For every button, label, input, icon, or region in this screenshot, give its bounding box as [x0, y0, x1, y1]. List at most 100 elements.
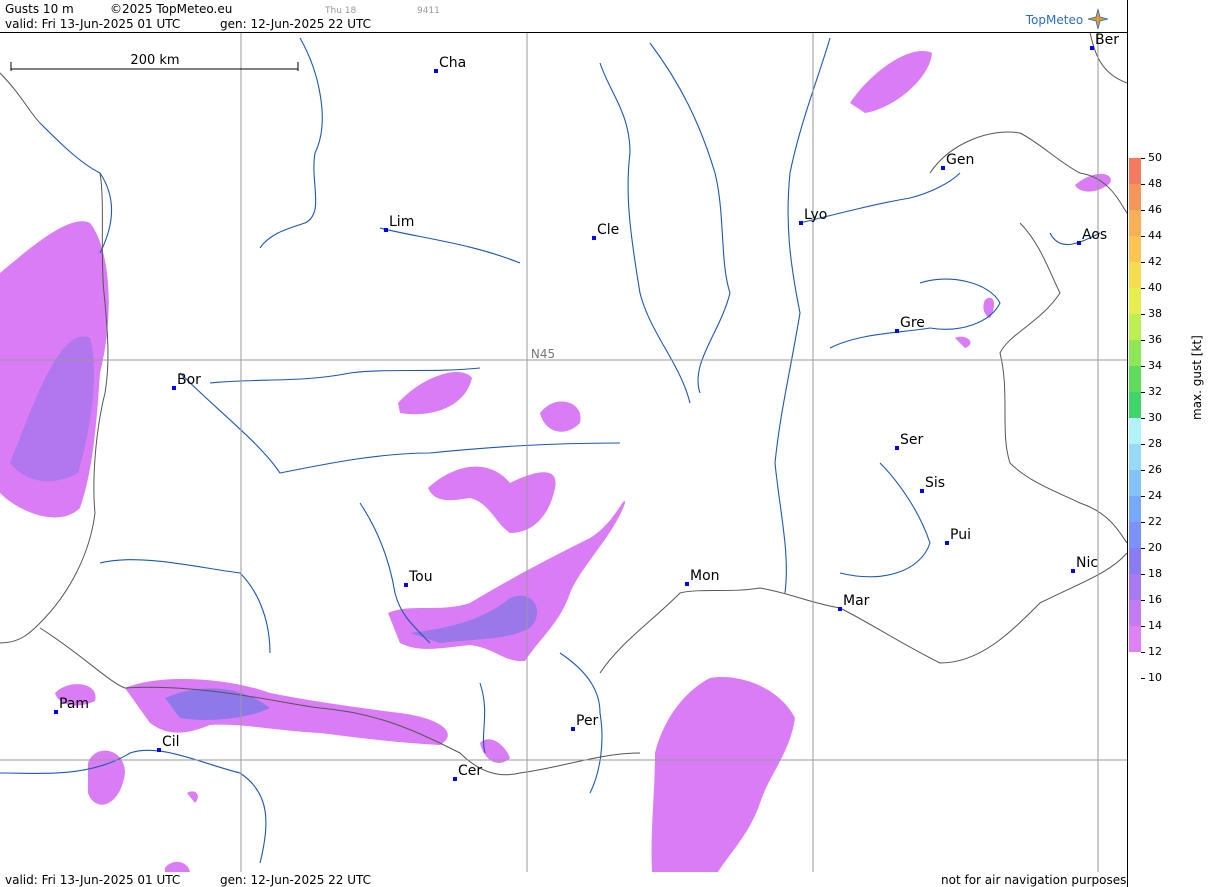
city-label-pam: Pam: [59, 696, 89, 712]
legend-tick-mark: [1141, 600, 1145, 601]
legend-swatch: [1129, 496, 1141, 522]
city-marker-lim: [384, 228, 388, 232]
city-label-cha: Cha: [439, 55, 466, 71]
legend-tick-mark: [1141, 678, 1145, 679]
legend-swatch: [1129, 210, 1141, 236]
city-marker-tou: [404, 583, 408, 587]
legend-tick-mark: [1141, 340, 1145, 341]
city-marker-mon: [685, 582, 689, 586]
legend-tick-label: 30: [1148, 411, 1162, 424]
legend-tick-mark: [1141, 314, 1145, 315]
legend-tick-mark: [1141, 366, 1145, 367]
footer-valid-time: valid: Fri 13-Jun-2025 01 UTC: [5, 873, 181, 887]
legend-tick-mark: [1141, 184, 1145, 185]
city-marker-mar: [838, 607, 842, 611]
legend-tick-mark: [1141, 210, 1145, 211]
generated-time: gen: 12-Jun-2025 22 UTC: [220, 17, 372, 31]
legend-tick-label: 16: [1148, 593, 1162, 606]
legend-tick-label: 44: [1148, 229, 1162, 242]
legend-tick-label: 42: [1148, 255, 1162, 268]
city-marker-aos: [1077, 241, 1081, 245]
city-marker-cil: [157, 748, 161, 752]
city-label-ber: Ber: [1095, 33, 1119, 48]
city-label-lim: Lim: [389, 214, 414, 230]
legend-swatch: [1129, 158, 1141, 184]
city-label-cil: Cil: [162, 734, 180, 750]
city-marker-nic: [1071, 569, 1075, 573]
legend-tick-mark: [1141, 288, 1145, 289]
legend-tick-mark: [1141, 392, 1145, 393]
latitude-label: N45: [531, 347, 555, 361]
legend-tick-mark: [1141, 522, 1145, 523]
legend-swatch: [1129, 418, 1141, 444]
legend-swatch: [1129, 600, 1141, 626]
legend-swatch: [1129, 314, 1141, 340]
map-footer: valid: Fri 13-Jun-2025 01 UTC gen: 12-Ju…: [0, 872, 1127, 887]
legend-tick-label: 38: [1148, 307, 1162, 320]
legend-tick-mark: [1141, 470, 1145, 471]
city-label-bor: Bor: [177, 372, 201, 388]
forecast-map[interactable]: 200 km N45 Cha Ber Gen Lim Cle Lyo Aos Gre Bor Se…: [0, 33, 1127, 872]
legend-tick-mark: [1141, 574, 1145, 575]
city-label-aos: Aos: [1082, 227, 1107, 243]
legend-title: max. gust [kt]: [1190, 335, 1204, 420]
legend-swatch: [1129, 366, 1141, 392]
legend-tick-label: 20: [1148, 541, 1162, 554]
legend-swatch: [1129, 184, 1141, 210]
city-marker-ber: [1090, 46, 1094, 50]
legend-tick-label: 50: [1148, 151, 1162, 164]
legend-swatch: [1129, 626, 1141, 652]
legend-tick-mark: [1141, 236, 1145, 237]
legend-tick-label: 28: [1148, 437, 1162, 450]
legend-tick-label: 36: [1148, 333, 1162, 346]
legend-tick-label: 40: [1148, 281, 1162, 294]
city-marker-pam: [54, 710, 58, 714]
city-label-pui: Pui: [950, 527, 971, 543]
city-marker-lyo: [799, 221, 803, 225]
topmeteo-logo: TopMeteo: [1026, 8, 1109, 30]
city-marker-cha: [434, 69, 438, 73]
city-label-mar: Mar: [843, 593, 870, 609]
city-marker-sis: [920, 489, 924, 493]
legend-tick-label: 48: [1148, 177, 1162, 190]
city-label-per: Per: [576, 713, 599, 729]
city-marker-bor: [172, 386, 176, 390]
legend-tick-label: 18: [1148, 567, 1162, 580]
city-marker-pui: [945, 541, 949, 545]
legend-tick-mark: [1141, 262, 1145, 263]
legend-swatch: [1129, 392, 1141, 418]
map-header: Gusts 10 m ©2025 TopMeteo.eu valid: Fri …: [0, 0, 1127, 33]
city-marker-ser: [895, 446, 899, 450]
legend-tick-label: 34: [1148, 359, 1162, 372]
legend-tick-label: 24: [1148, 489, 1162, 502]
city-label-sis: Sis: [925, 475, 945, 491]
day-tab[interactable]: Thu 18: [325, 4, 356, 18]
city-label-gre: Gre: [900, 315, 925, 331]
legend-swatch: [1129, 236, 1141, 262]
valid-time: valid: Fri 13-Jun-2025 01 UTC: [5, 17, 181, 31]
legend-tick-label: 32: [1148, 385, 1162, 398]
logo-text: TopMeteo: [1025, 13, 1084, 27]
legend-swatch: [1129, 340, 1141, 366]
city-label-nic: Nic: [1076, 555, 1098, 571]
legend-swatch: [1129, 522, 1141, 548]
legend-tick-label: 10: [1148, 671, 1162, 684]
legend-tick-label: 26: [1148, 463, 1162, 476]
legend-tick-mark: [1141, 158, 1145, 159]
legend-tick-label: 12: [1148, 645, 1162, 658]
disclaimer: not for air navigation purposes: [941, 873, 1127, 887]
legend-tick-mark: [1141, 626, 1145, 627]
legend-swatch: [1129, 444, 1141, 470]
city-label-cer: Cer: [458, 763, 482, 779]
legend-swatch: [1129, 288, 1141, 314]
city-label-ser: Ser: [900, 432, 924, 448]
legend-tick-mark: [1141, 496, 1145, 497]
city-label-tou: Tou: [408, 569, 433, 585]
legend-tick-mark: [1141, 652, 1145, 653]
city-marker-gen: [941, 166, 945, 170]
legend-tick-mark: [1141, 418, 1145, 419]
legend-swatch: [1129, 548, 1141, 574]
compass-icon: [1087, 8, 1109, 30]
run-code: 9411: [417, 6, 440, 16]
city-marker-per: [571, 727, 575, 731]
